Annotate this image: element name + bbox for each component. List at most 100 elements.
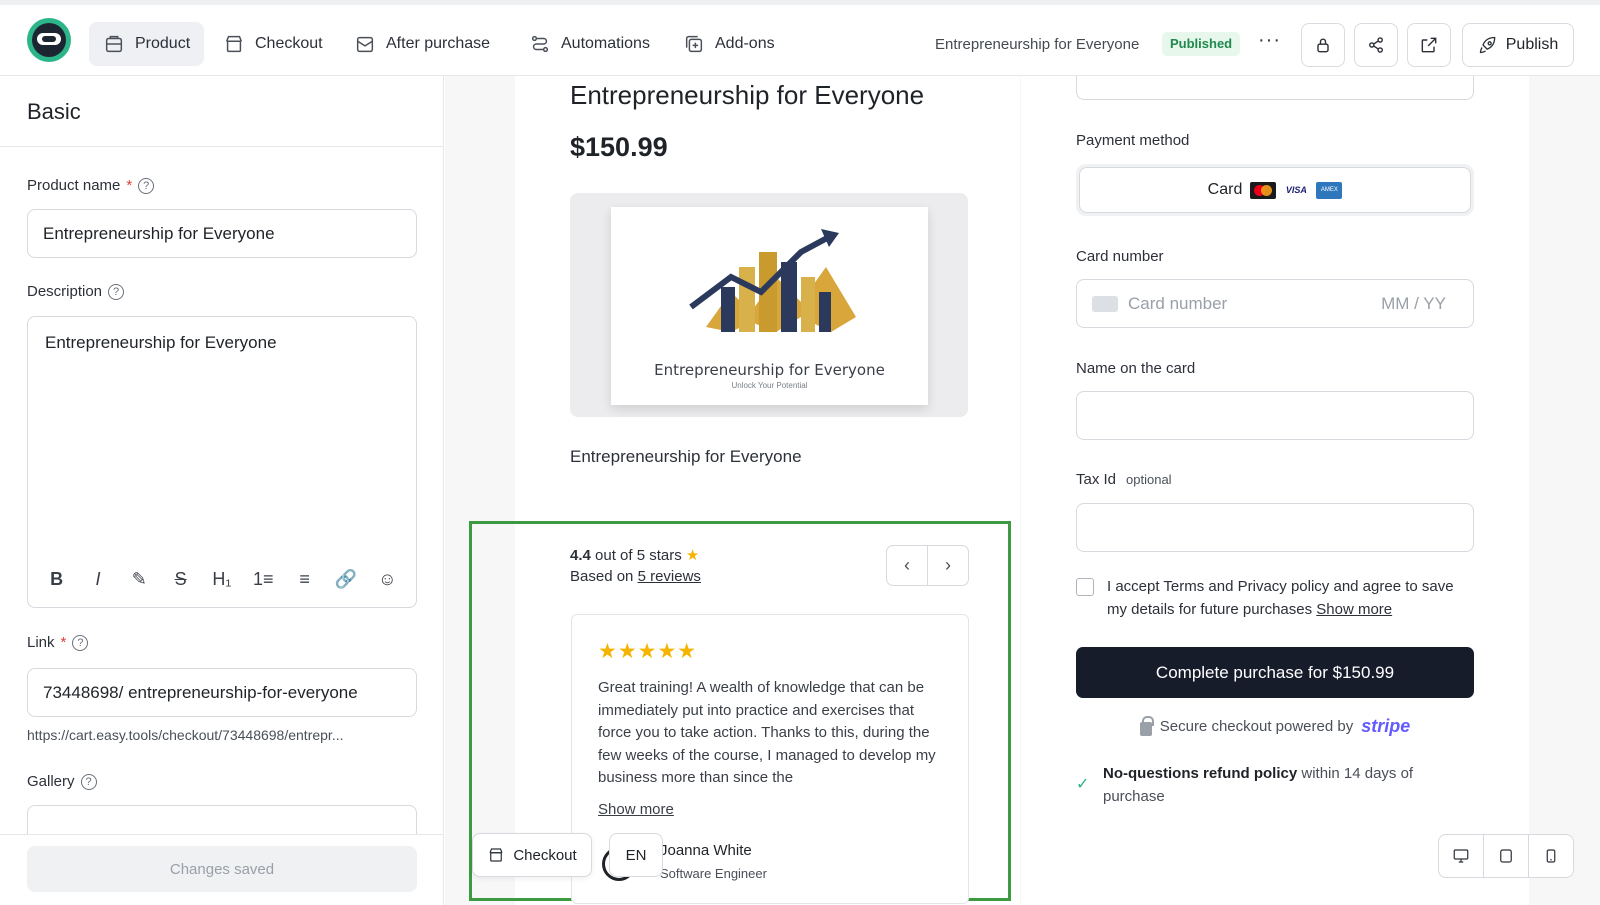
payment-method-label: Payment method [1076,132,1190,149]
publish-button[interactable]: Publish [1462,23,1574,67]
mobile-preview-button[interactable] [1528,835,1573,877]
previous-input[interactable] [1076,76,1474,100]
bold-icon[interactable]: B [42,569,72,590]
check-icon: ✓ [1076,776,1090,793]
store-icon [489,848,503,862]
desktop-preview-button[interactable] [1439,835,1483,877]
product-price: $150.99 [570,132,668,162]
review-show-more-link[interactable]: Show more [598,801,674,818]
ordered-list-icon[interactable]: 1≡ [248,569,278,590]
card-number-label: Card number [1076,248,1164,265]
review-carousel-nav: ‹ › [886,545,969,586]
checkout-url[interactable]: https://cart.easy.tools/checkout/7344869… [27,727,417,743]
tab-checkout[interactable]: Checkout [209,22,337,66]
lock-button[interactable] [1301,23,1345,67]
mastercard-icon [1250,181,1277,199]
cover-subtitle: Unlock Your Potential [731,381,808,390]
tax-id-label-text: Tax Id [1076,471,1117,488]
credit-card-icon [1092,295,1118,312]
share-button[interactable] [1354,23,1398,67]
help-icon[interactable]: ? [72,634,89,651]
tab-automations-label: Automations [561,35,650,52]
product-name-input[interactable]: Entrepreneurship for Everyone [27,209,417,258]
mobile-icon [1546,849,1556,863]
link-input[interactable]: 73448698/ entrepreneurship-for-everyone [27,668,417,717]
expiry-placeholder: MM / YY [1381,293,1446,313]
rating-summary: 4.4 out of 5 stars ★ [570,546,699,564]
heading-icon[interactable]: H₁ [207,569,237,590]
divider [0,146,444,147]
divider [0,834,444,835]
secure-checkout-note: Secure checkout powered by stripe [1076,715,1474,737]
help-icon[interactable]: ? [138,177,155,194]
tab-product-label: Product [135,35,191,52]
section-title: Basic [27,99,81,124]
product-settings-panel: Basic Product name * ? Entrepreneurship … [0,76,444,905]
link-icon[interactable]: 🔗 [331,569,361,590]
optional-tag: optional [1126,472,1172,487]
external-link-icon [1421,37,1437,53]
chevron-left-icon[interactable]: ‹ [887,546,928,585]
strikethrough-icon[interactable]: S [166,569,196,590]
growth-chart-illustration [689,229,856,332]
route-icon [531,35,549,53]
tab-add-ons-label: Add-ons [715,35,775,52]
help-icon[interactable]: ? [108,283,125,300]
terms-checkbox[interactable] [1076,578,1094,596]
tab-after-purchase-label: After purchase [386,35,491,52]
payment-method-card[interactable]: Card VISA AMEX [1076,164,1474,216]
emoji-icon[interactable]: ☺ [372,569,402,590]
tab-after-purchase[interactable]: After purchase [340,22,504,66]
product-image[interactable]: Entrepreneurship for Everyone Unlock You… [570,193,968,417]
language-switcher[interactable]: EN [609,833,663,877]
store-icon [225,35,243,53]
tab-checkout-label: Checkout [255,35,323,52]
help-icon[interactable]: ? [80,773,97,790]
tablet-icon [1500,849,1512,863]
app-logo[interactable] [27,18,71,62]
required-mark: * [60,634,67,651]
more-options-button[interactable]: ··· [1258,29,1281,52]
open-external-button[interactable] [1407,23,1451,67]
share-icon [1369,37,1383,53]
based-on: Based on 5 reviews [570,568,701,585]
review-author-name: Joanna White [660,842,752,859]
terms-text: I accept Terms and Privacy policy and ag… [1107,576,1467,621]
top-bar: Product Checkout After purchase Automati… [0,0,1600,76]
name-on-card-input[interactable] [1076,391,1474,440]
tab-automations[interactable]: Automations [515,22,664,66]
product-title: Entrepreneurship for Everyone [570,80,925,110]
status-badge: Published [1162,32,1241,56]
floating-checkout-button[interactable]: Checkout [472,833,592,877]
chevron-right-icon[interactable]: › [928,546,968,585]
description-editor[interactable]: Entrepreneurship for Everyone B I ✎ S H₁… [27,316,417,608]
highlight-icon[interactable]: ✎ [124,569,154,590]
tax-id-input[interactable] [1076,503,1474,552]
product-name-label-text: Product name [27,177,121,194]
card-number-input[interactable]: Card number MM / YY [1076,279,1474,328]
rocket-icon [1479,36,1496,54]
link-value: 73448698/ entrepreneurship-for-everyone [43,682,358,702]
description-value: Entrepreneurship for Everyone [45,333,277,352]
review-stars: ★★★★★ [598,640,698,663]
changes-saved-button[interactable]: Changes saved [27,846,417,892]
italic-icon[interactable]: I [83,569,113,590]
tax-id-label: Tax Id optional [1076,471,1172,488]
tablet-preview-button[interactable] [1483,835,1528,877]
complete-purchase-button[interactable]: Complete purchase for $150.99 [1076,647,1474,698]
mail-icon [356,36,374,53]
tab-add-ons[interactable]: Add-ons [669,22,789,66]
amex-icon: AMEX [1316,181,1343,199]
product-name-label: Product name * ? [27,177,155,194]
review-text: Great training! A wealth of knowledge th… [598,679,936,786]
floating-checkout-label: Checkout [513,846,577,864]
refund-policy-bold: No-questions refund policy [1103,765,1298,782]
reviews-link[interactable]: 5 reviews [638,568,701,585]
bullet-list-icon[interactable]: ≡ [290,569,320,590]
editor-toolbar: B I ✎ S H₁ 1≡ ≡ 🔗 ☺ [28,551,416,607]
tab-product[interactable]: Product [89,22,205,66]
link-label: Link * ? [27,634,89,651]
secure-text: Secure checkout powered by [1159,718,1354,735]
gallery-dropzone[interactable] [27,805,417,835]
terms-show-more-link[interactable]: Show more [1316,601,1392,618]
